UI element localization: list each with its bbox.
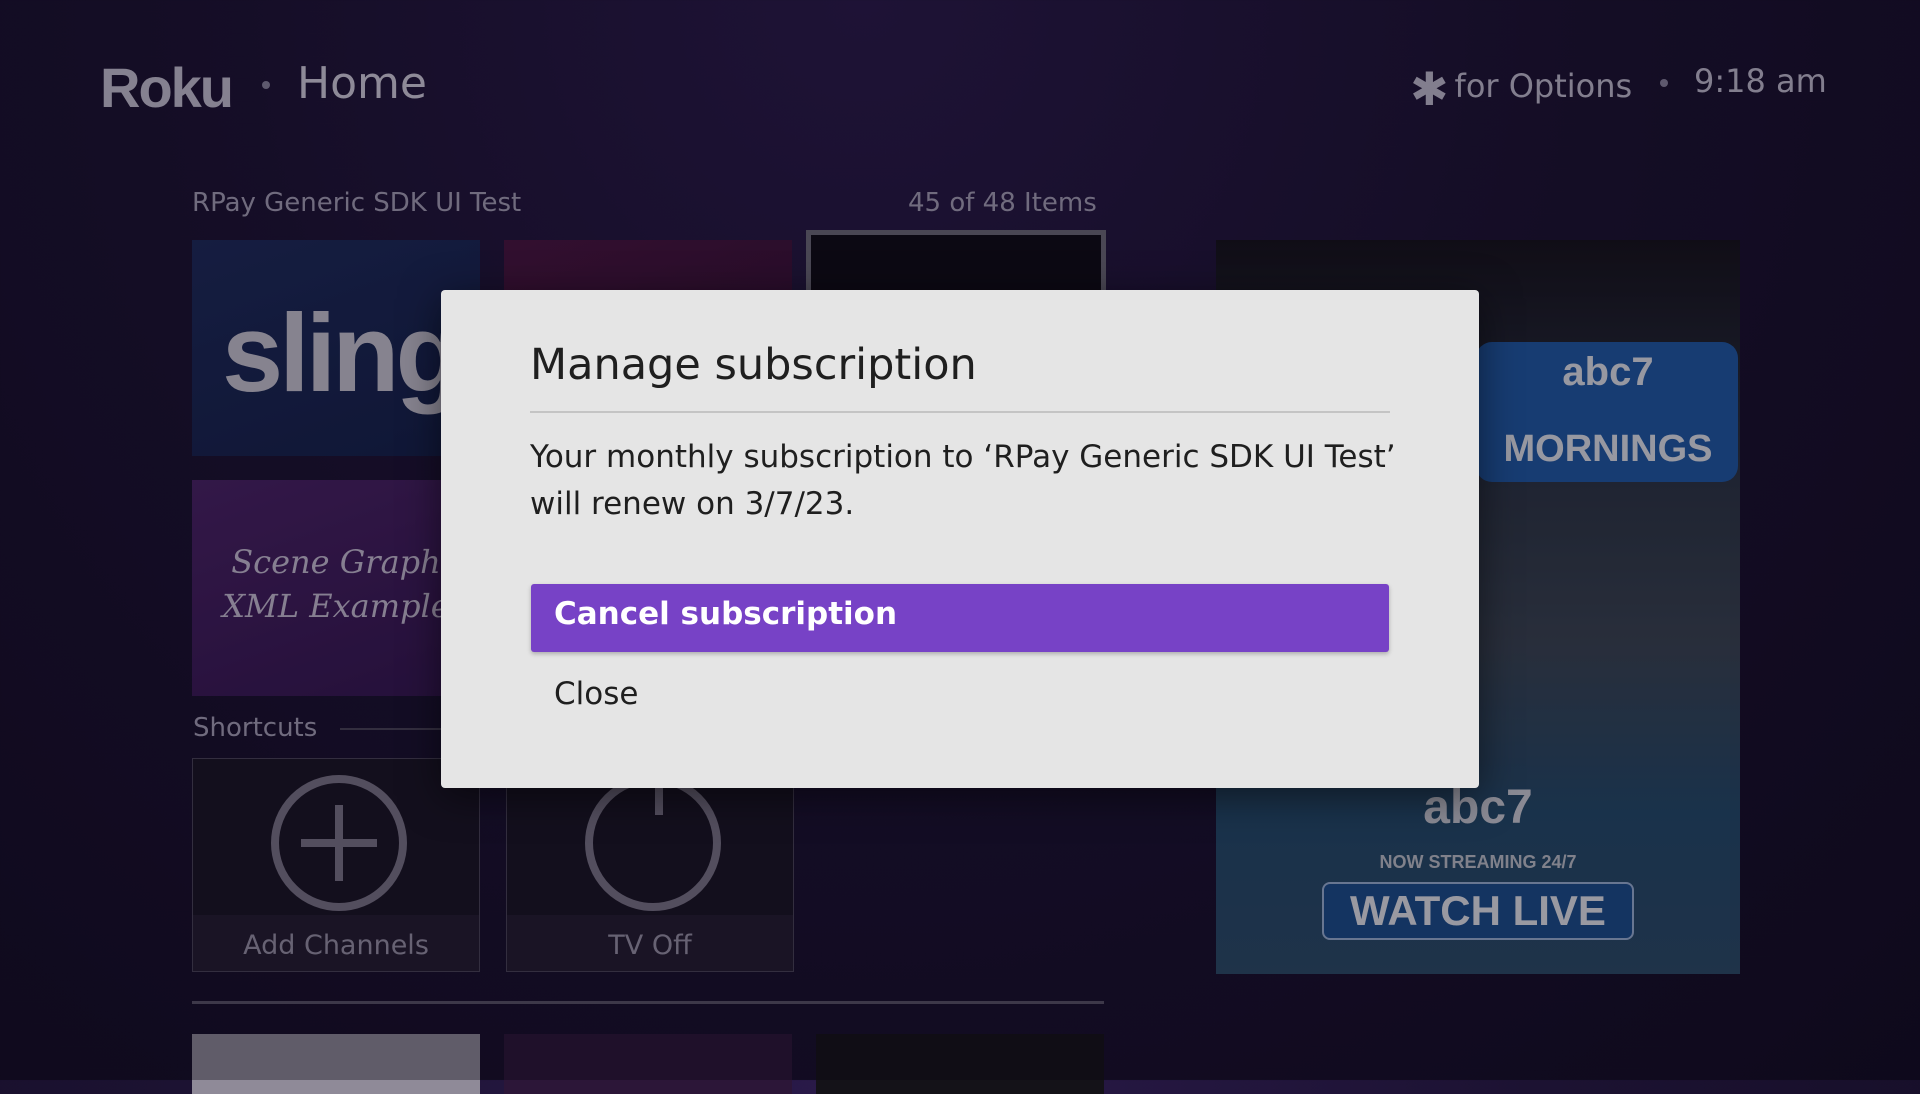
dialog-message: Your monthly subscription to ‘RPay Gener…	[530, 439, 1396, 522]
dialog-title: Manage subscription	[530, 340, 977, 390]
dialog-divider	[530, 411, 1390, 413]
manage-subscription-dialog: Manage subscription Your monthly subscri…	[441, 290, 1479, 788]
cancel-subscription-label: Cancel subscription	[554, 596, 898, 632]
close-button[interactable]: Close	[531, 666, 1389, 730]
close-label: Close	[554, 676, 639, 712]
cancel-subscription-button[interactable]: Cancel subscription	[531, 584, 1389, 652]
